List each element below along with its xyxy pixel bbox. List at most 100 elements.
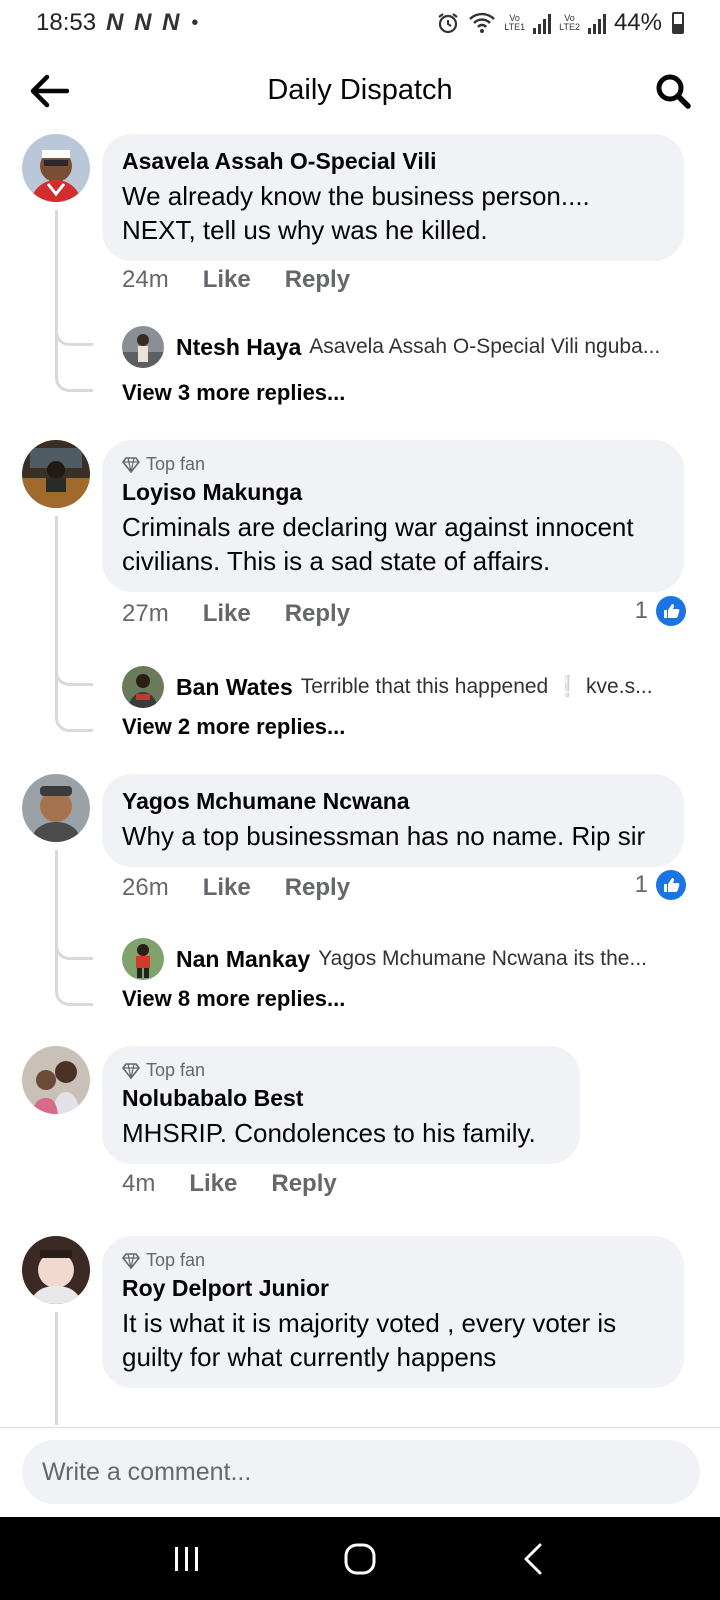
system-navigation-bar (0, 1517, 720, 1600)
chevron-left-icon (524, 1543, 542, 1574)
reply-preview[interactable]: Ban Wates Terrible that this happened ❕ … (122, 666, 702, 708)
comment-meta: 27m Like Reply (122, 600, 350, 628)
reply-text: Asavela Assah O-Special Vili nguba... (309, 335, 661, 358)
comment-meta: 24m Like Reply (122, 266, 350, 294)
comment-text: We already know the business person.... … (122, 181, 590, 245)
lte2-label: Vo LTE2 (559, 13, 580, 32)
alarm-icon (438, 13, 458, 34)
comment-text: MHSRIP. Condolences to his family. (122, 1118, 536, 1148)
search-icon (656, 74, 691, 109)
reply-button[interactable]: Reply (271, 1170, 336, 1198)
home-icon (344, 1543, 376, 1574)
reply-author[interactable]: Ban Wates (176, 674, 293, 701)
header: Daily Dispatch (0, 54, 720, 126)
reply-button[interactable]: Reply (285, 600, 350, 628)
top-fan-label: Top fan (146, 1060, 206, 1080)
avatar[interactable] (22, 774, 90, 842)
comments-list: Asavela Assah O-Special Vili We already … (0, 130, 720, 1425)
comment-meta: 4m Like Reply (122, 1170, 337, 1198)
top-fan-badge: Top fan (122, 1060, 560, 1081)
thread-branch (55, 924, 93, 960)
carrier-notification-icons: N N N (106, 9, 182, 36)
reply-avatar[interactable] (122, 326, 164, 368)
reply-text: Terrible that this happened ❕ kve.s... (300, 675, 653, 698)
reply-preview[interactable]: Nan Mankay Yagos Mchumane Ncwana its the… (122, 938, 702, 980)
comment-author[interactable]: Roy Delport Junior (122, 1275, 664, 1302)
status-bar: 18:53 N N N • Vo LTE1 Vo LTE2 44% (0, 0, 720, 46)
thumbs-up-icon (656, 870, 686, 900)
battery-percent: 44% (613, 9, 662, 36)
home-button[interactable] (330, 1529, 390, 1589)
back-nav-button[interactable] (503, 1529, 563, 1589)
top-fan-badge: Top fan (122, 1250, 664, 1271)
reply-avatar[interactable] (122, 938, 164, 980)
thread-branch (55, 650, 93, 686)
comment-author[interactable]: Asavela Assah O-Special Vili (122, 148, 664, 175)
comment-time[interactable]: 27m (122, 600, 169, 628)
reply-author[interactable]: Nan Mankay (176, 946, 310, 973)
reply-preview[interactable]: Ntesh Haya Asavela Assah O-Special Vili … (122, 326, 702, 368)
status-time: 18:53 (36, 9, 97, 36)
comment-bubble[interactable]: Yagos Mchumane Ncwana Why a top business… (102, 774, 684, 867)
signal-1-icon (533, 12, 552, 34)
comment-input[interactable] (22, 1440, 700, 1504)
reaction-count: 1 (634, 871, 648, 898)
view-more-replies[interactable]: View 2 more replies... (122, 714, 345, 740)
view-more-replies[interactable]: View 3 more replies... (122, 380, 345, 406)
status-right: Vo LTE1 Vo LTE2 44% (436, 9, 684, 37)
avatar[interactable] (22, 1236, 90, 1304)
reply-avatar[interactable] (122, 666, 164, 708)
comment-bubble[interactable]: Asavela Assah O-Special Vili We already … (102, 134, 684, 261)
arrow-left-icon (30, 74, 69, 108)
comment-text: It is what it is majority voted , every … (122, 1308, 617, 1372)
comment-time[interactable]: 24m (122, 266, 169, 294)
recent-apps-button[interactable] (157, 1529, 217, 1589)
thread-line (55, 1312, 58, 1425)
reaction-summary[interactable]: 1 (635, 870, 686, 900)
comment-time[interactable]: 26m (122, 874, 169, 902)
diamond-icon (122, 456, 140, 473)
avatar[interactable] (22, 134, 90, 202)
thumbs-up-icon (656, 596, 686, 626)
avatar[interactable] (22, 440, 90, 508)
diamond-icon (122, 1252, 140, 1269)
reply-button[interactable]: Reply (285, 874, 350, 902)
search-button[interactable] (650, 68, 696, 114)
lte1-label: Vo LTE1 (504, 13, 526, 32)
like-button[interactable]: Like (189, 1170, 237, 1198)
avatar[interactable] (22, 1046, 90, 1114)
comment-text: Criminals are declaring war against inno… (122, 512, 634, 576)
reply-button[interactable]: Reply (285, 266, 350, 294)
thread-branch (55, 310, 93, 346)
back-button[interactable] (26, 68, 72, 114)
comment-bubble[interactable]: Top fan Nolubabalo Best MHSRIP. Condolen… (102, 1046, 580, 1164)
like-button[interactable]: Like (203, 874, 251, 902)
top-fan-label: Top fan (146, 454, 206, 474)
comment-composer (0, 1427, 720, 1517)
comment-author[interactable]: Yagos Mchumane Ncwana (122, 788, 664, 815)
like-button[interactable]: Like (203, 600, 251, 628)
comment-text: Why a top businessman has no name. Rip s… (122, 821, 646, 851)
comment-time[interactable]: 4m (122, 1170, 155, 1198)
thread-branch (55, 346, 93, 392)
page-title: Daily Dispatch (267, 73, 453, 106)
top-fan-badge: Top fan (122, 454, 664, 475)
diamond-icon (122, 1062, 140, 1079)
reply-author[interactable]: Ntesh Haya (176, 334, 301, 361)
reply-text: Yagos Mchumane Ncwana its the... (318, 947, 647, 970)
comment-bubble[interactable]: Top fan Loyiso Makunga Criminals are dec… (102, 440, 684, 592)
reaction-summary[interactable]: 1 (635, 596, 686, 626)
wifi-icon (469, 12, 496, 33)
view-more-replies[interactable]: View 8 more replies... (122, 986, 345, 1012)
thread-branch (55, 960, 93, 1006)
comment-author[interactable]: Nolubabalo Best (122, 1085, 560, 1112)
status-left: 18:53 N N N • (36, 9, 198, 37)
thread-branch (55, 686, 93, 732)
comment-author[interactable]: Loyiso Makunga (122, 479, 664, 506)
notification-dot-icon: • (191, 11, 199, 34)
top-fan-label: Top fan (146, 1250, 206, 1270)
recent-apps-icon (174, 1546, 198, 1571)
reaction-count: 1 (634, 597, 648, 624)
like-button[interactable]: Like (203, 266, 251, 294)
comment-bubble[interactable]: Top fan Roy Delport Junior It is what it… (102, 1236, 684, 1388)
